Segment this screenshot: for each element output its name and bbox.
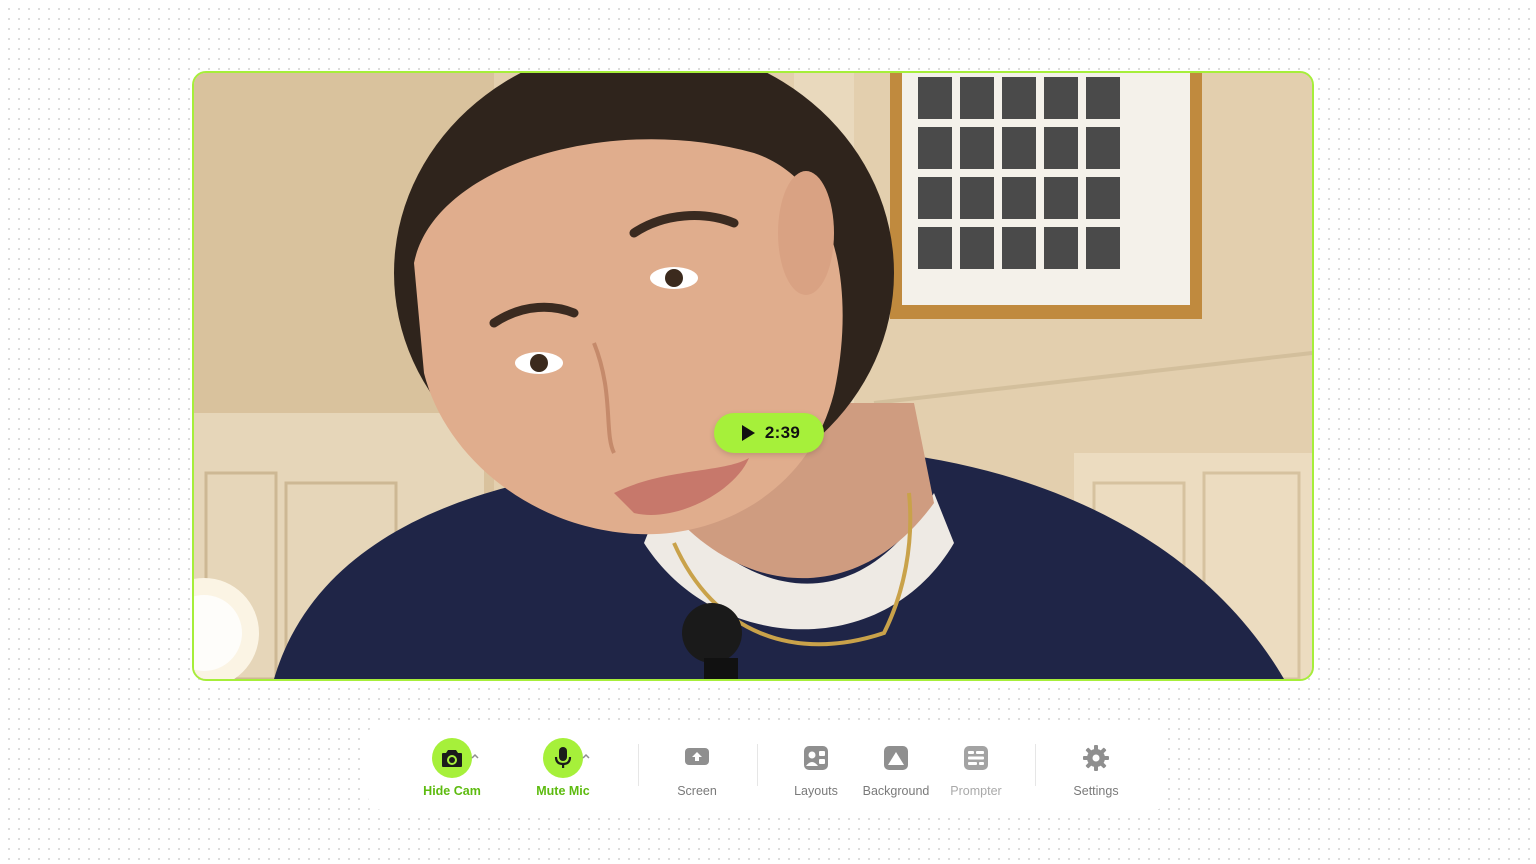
toolbar-divider	[1035, 744, 1036, 786]
mute-mic-label: Mute Mic	[536, 784, 590, 798]
settings-label: Settings	[1073, 784, 1119, 798]
settings-button[interactable]: Settings	[1060, 722, 1132, 810]
layouts-label: Layouts	[794, 784, 838, 798]
video-preview[interactable]: 2:39	[192, 71, 1314, 681]
camera-options-chevron-icon[interactable]	[469, 750, 481, 762]
mic-options-chevron-icon[interactable]	[580, 750, 592, 762]
layouts-icon	[796, 738, 836, 778]
play-icon	[741, 425, 755, 441]
prompter-button[interactable]: Prompter	[940, 722, 1012, 810]
mute-mic-button[interactable]: Mute Mic	[526, 722, 600, 810]
hide-cam-button[interactable]: Hide Cam	[415, 722, 489, 810]
play-button[interactable]: 2:39	[714, 413, 824, 453]
screen-share-icon	[677, 738, 717, 778]
microphone-icon	[543, 738, 583, 778]
toolbar-divider	[638, 744, 639, 786]
background-button[interactable]: Background	[856, 722, 936, 810]
gear-icon	[1076, 738, 1116, 778]
prompter-icon	[956, 738, 996, 778]
prompter-label: Prompter	[950, 784, 1002, 798]
screen-label: Screen	[677, 784, 717, 798]
hide-cam-label: Hide Cam	[423, 784, 481, 798]
camera-icon	[432, 738, 472, 778]
toolbar-divider	[757, 744, 758, 786]
background-image-icon	[876, 738, 916, 778]
video-duration: 2:39	[764, 423, 801, 442]
screen-share-button[interactable]: Screen	[661, 722, 733, 810]
webcam-video-feed	[194, 73, 1312, 679]
layouts-button[interactable]: Layouts	[780, 722, 852, 810]
recording-toolbar: Hide Cam Mute Mic Screen Layouts Backgro…	[368, 722, 1168, 810]
background-label: Background	[862, 784, 930, 798]
